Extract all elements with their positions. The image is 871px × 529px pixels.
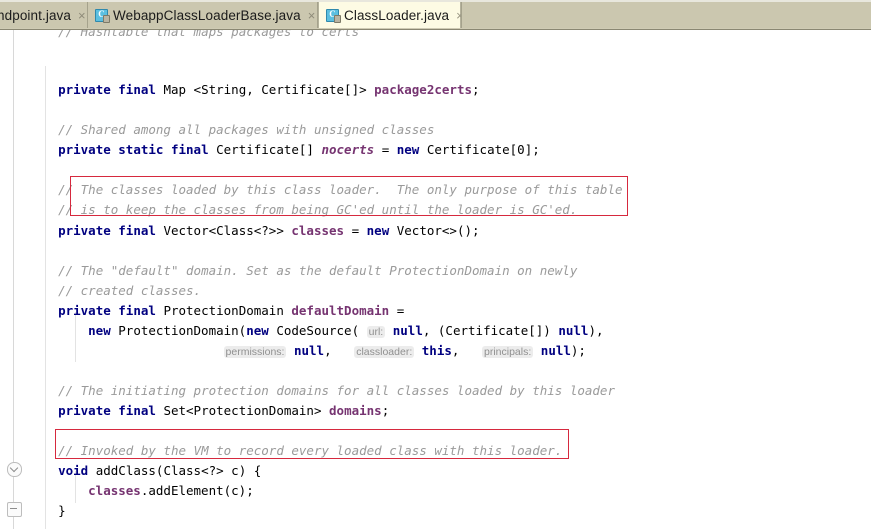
close-icon[interactable]: × bbox=[78, 9, 86, 22]
code-line[interactable]: classes.addElement(c); bbox=[88, 481, 254, 501]
code-token-plain: = bbox=[374, 142, 397, 157]
fold-marker-collapse-chevron[interactable] bbox=[7, 462, 22, 477]
code-token-plain: , (Certificate[]) bbox=[422, 323, 559, 338]
tab-bar-empty-area bbox=[461, 2, 871, 28]
code-token-kw: private static final bbox=[58, 142, 217, 157]
code-editor[interactable]: // Hashtable that maps packages to certs… bbox=[0, 30, 871, 529]
code-token-comment: // created classes. bbox=[58, 283, 202, 298]
parameter-hint: principals: bbox=[481, 346, 534, 358]
code-line[interactable]: // The "default" domain. Set as the defa… bbox=[58, 261, 577, 281]
code-token-plain: , bbox=[324, 343, 355, 358]
code-line[interactable]: permissions: null, classloader: this, pr… bbox=[223, 341, 586, 361]
code-token-kw: new bbox=[246, 323, 277, 338]
code-token-plain: Vector<>(); bbox=[396, 223, 480, 238]
code-token-kw: void bbox=[58, 463, 96, 478]
code-token-field: defaultDomain bbox=[291, 303, 390, 318]
parameter-hint: classloader: bbox=[354, 346, 415, 358]
editor-tab-2[interactable]: C WebappClassLoaderBase.java × bbox=[88, 2, 318, 28]
editor-tab-label: ClassLoader.java bbox=[344, 7, 450, 23]
close-icon[interactable]: × bbox=[308, 9, 316, 22]
code-token-plain: Certificate[] bbox=[216, 142, 322, 157]
editor-tab-label: ndpoint.java bbox=[0, 7, 72, 23]
code-token-plain: ); bbox=[570, 343, 586, 358]
code-token-kw: null bbox=[392, 323, 423, 338]
code-token-kw: null bbox=[293, 343, 325, 358]
fold-region-line bbox=[13, 30, 14, 529]
java-class-icon: C bbox=[95, 8, 110, 23]
code-token-plain: } bbox=[58, 503, 66, 518]
editor-gutter[interactable] bbox=[0, 30, 29, 529]
editor-tab-1[interactable]: ndpoint.java × bbox=[0, 2, 88, 28]
code-token-plain: .addElement(c); bbox=[140, 483, 254, 498]
java-class-icon: C bbox=[326, 8, 341, 23]
code-token-kw: new bbox=[88, 323, 119, 338]
code-token-field: domains bbox=[329, 403, 382, 418]
code-token-plain: = bbox=[344, 223, 367, 238]
code-token-plain: Vector<Class<?>> bbox=[163, 223, 292, 238]
code-token-comment: // The "default" domain. Set as the defa… bbox=[58, 263, 578, 278]
code-token-kw: private final bbox=[58, 82, 164, 97]
code-token-kw: null bbox=[540, 343, 571, 358]
code-token-field: classes bbox=[291, 223, 345, 238]
code-token-plain: = bbox=[389, 303, 405, 318]
code-text-area[interactable]: // Hashtable that maps packages to certs… bbox=[28, 30, 871, 529]
code-line[interactable]: private final Map <String, Certificate[]… bbox=[58, 80, 479, 100]
code-token-kw: new bbox=[366, 223, 397, 238]
parameter-hint: permissions: bbox=[223, 346, 287, 358]
code-token-kw: this bbox=[421, 343, 452, 358]
code-token-plain: Map <String, Certificate[]> bbox=[163, 82, 375, 97]
code-line[interactable]: // The initiating protection domains for… bbox=[58, 381, 615, 401]
code-line[interactable]: private final ProtectionDomain defaultDo… bbox=[58, 301, 404, 321]
parameter-hint: url: bbox=[366, 326, 386, 338]
code-token-kw: private final bbox=[58, 223, 164, 238]
code-line[interactable]: } bbox=[58, 501, 66, 521]
code-line[interactable]: // created classes. bbox=[58, 281, 201, 301]
code-token-plain: addClass(Class<?> c) { bbox=[95, 463, 262, 478]
code-token-field: classes bbox=[88, 483, 141, 498]
minus-glyph bbox=[10, 507, 17, 509]
code-line[interactable]: private static final Certificate[] nocer… bbox=[58, 140, 540, 160]
code-token-field: package2certs bbox=[374, 82, 472, 97]
editor-tab-label: WebappClassLoaderBase.java bbox=[113, 7, 301, 23]
code-line[interactable]: void addClass(Class<?> c) { bbox=[58, 461, 261, 481]
code-token-plain: Set<ProtectionDomain> bbox=[163, 403, 330, 418]
code-token-plain: ), bbox=[588, 323, 604, 338]
code-line[interactable]: new ProtectionDomain(new CodeSource( url… bbox=[88, 321, 604, 341]
code-token-kw: private final bbox=[58, 303, 164, 318]
code-token-plain: CodeSource( bbox=[276, 323, 367, 338]
minus-square-icon bbox=[7, 502, 22, 517]
code-line[interactable]: // Hashtable that maps packages to certs bbox=[58, 30, 359, 42]
red-highlight-box-classes-comment bbox=[70, 176, 628, 216]
editor-tab-3[interactable]: C ClassLoader.java × bbox=[318, 2, 464, 28]
code-token-plain: ; bbox=[472, 82, 480, 97]
code-token-plain: ; bbox=[381, 403, 390, 418]
code-token-kw: private final bbox=[58, 403, 164, 418]
code-token-comment: // Hashtable that maps packages to certs bbox=[58, 30, 360, 39]
code-token-plain: Certificate[0]; bbox=[426, 142, 540, 157]
code-token-plain: ProtectionDomain bbox=[163, 303, 292, 318]
editor-tab-bar: ndpoint.java × C WebappClassLoaderBase.java… bbox=[0, 0, 871, 30]
code-token-plain: ProtectionDomain( bbox=[118, 323, 247, 338]
code-token-kw: new bbox=[396, 142, 427, 157]
code-token-comment: // Shared among all packages with unsign… bbox=[58, 122, 435, 137]
red-highlight-box-addclass-comment bbox=[55, 429, 569, 459]
code-line[interactable]: // Shared among all packages with unsign… bbox=[58, 120, 434, 140]
fold-marker-collapse-minus[interactable] bbox=[7, 502, 22, 517]
code-token-fieldi: nocerts bbox=[321, 142, 375, 157]
code-line[interactable]: private final Vector<Class<?>> classes =… bbox=[58, 221, 479, 241]
indent-guide bbox=[45, 66, 46, 529]
editor-window: ndpoint.java × C WebappClassLoaderBase.java… bbox=[0, 0, 871, 529]
code-token-plain: , bbox=[451, 343, 482, 358]
code-token-comment: // The initiating protection domains for… bbox=[58, 383, 615, 398]
code-line[interactable]: private final Set<ProtectionDomain> doma… bbox=[58, 401, 389, 421]
code-token-kw: null bbox=[558, 323, 589, 338]
